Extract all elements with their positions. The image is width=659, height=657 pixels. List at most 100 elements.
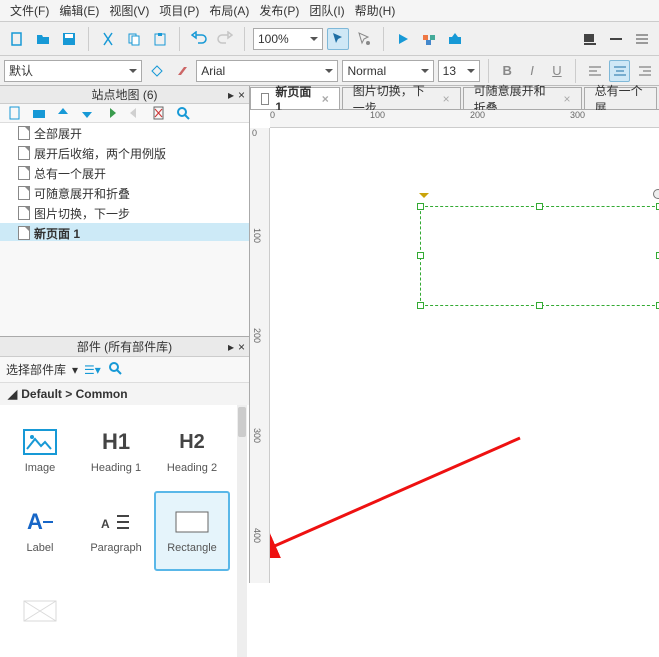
tree-item[interactable]: 总有一个展开	[0, 163, 249, 183]
widget-label[interactable]: A Label	[2, 491, 78, 571]
widgets-panel-header[interactable]: 部件 (所有部件库) ▸×	[0, 337, 249, 357]
widget-scrollbar[interactable]	[237, 405, 247, 657]
add-page-icon[interactable]	[6, 104, 24, 122]
menu-icon[interactable]: ☰▾	[84, 363, 101, 377]
paint-format-icon[interactable]	[146, 60, 167, 82]
font-size-combo[interactable]: 13	[438, 60, 480, 82]
save-icon[interactable]	[58, 28, 80, 50]
outdent-icon[interactable]	[102, 104, 120, 122]
copy-icon[interactable]	[123, 28, 145, 50]
align-right-icon[interactable]	[634, 60, 655, 82]
zoom-value: 100%	[258, 32, 289, 46]
corner-marker-icon[interactable]	[419, 193, 429, 203]
tree-item-label: 图片切换，下一步	[34, 205, 130, 222]
resize-handle-sw[interactable]	[417, 302, 424, 309]
undo-icon[interactable]	[188, 28, 210, 50]
tree-item-label: 可随意展开和折叠	[34, 185, 130, 202]
page-icon	[18, 146, 30, 160]
page-icon	[18, 206, 30, 220]
style-combo[interactable]: 默认	[4, 60, 142, 82]
search-widgets-icon[interactable]	[107, 360, 123, 379]
tree-item[interactable]: 可随意展开和折叠	[0, 183, 249, 203]
panel-close-icon[interactable]: ×	[238, 340, 245, 354]
align-left-icon[interactable]	[584, 60, 605, 82]
tree-item[interactable]: 图片切换，下一步	[0, 203, 249, 223]
document-tabs: 新页面 1× 图片切换，下一步× 可随意展开和折叠× 总有一个展	[250, 86, 659, 110]
resize-handle-w[interactable]	[417, 252, 424, 259]
rotate-handle[interactable]	[653, 189, 659, 199]
bold-icon[interactable]: B	[497, 60, 518, 82]
align-center-icon[interactable]	[609, 60, 630, 82]
menu-edit[interactable]: 编辑(E)	[55, 0, 103, 21]
menu-project[interactable]: 项目(P)	[155, 0, 203, 21]
resize-handle-s[interactable]	[536, 302, 543, 309]
tree-item[interactable]: 全部展开	[0, 123, 249, 143]
italic-icon[interactable]: I	[522, 60, 543, 82]
add-folder-icon[interactable]	[30, 104, 48, 122]
cut-icon[interactable]	[97, 28, 119, 50]
resize-handle-nw[interactable]	[417, 203, 424, 210]
close-tab-icon[interactable]: ×	[564, 92, 571, 106]
ruler-tick: 200	[470, 110, 485, 120]
tree-item[interactable]: 展开后收缩，两个用例版	[0, 143, 249, 163]
widget-image[interactable]: Image	[2, 411, 78, 491]
widget-rectangle[interactable]: Rectangle	[154, 491, 230, 571]
open-folder-icon[interactable]	[32, 28, 54, 50]
tab[interactable]: 可随意展开和折叠×	[463, 87, 582, 109]
widget-library-bar: 选择部件库 ▾ ☰▾	[0, 357, 249, 383]
indent-icon[interactable]	[126, 104, 144, 122]
move-up-icon[interactable]	[54, 104, 72, 122]
share-icon[interactable]	[418, 28, 440, 50]
dropdown-icon[interactable]: ▾	[72, 363, 78, 377]
widget-placeholder[interactable]	[2, 571, 78, 651]
move-down-icon[interactable]	[78, 104, 96, 122]
resize-handle-n[interactable]	[536, 203, 543, 210]
paste-icon[interactable]	[149, 28, 171, 50]
delete-page-icon[interactable]	[150, 104, 168, 122]
menu-team[interactable]: 团队(I)	[305, 0, 348, 21]
selected-rectangle[interactable]	[420, 206, 659, 306]
canvas-stage[interactable]	[270, 128, 659, 583]
menu-file[interactable]: 文件(F)	[6, 0, 53, 21]
menu-publish[interactable]: 发布(P)	[255, 0, 303, 21]
zoom-combo[interactable]: 100%	[253, 28, 323, 50]
sitemap-panel-header[interactable]: 站点地图 (6) ▸×	[0, 86, 249, 104]
clean-format-icon[interactable]	[171, 60, 192, 82]
preview-icon[interactable]	[392, 28, 414, 50]
ruler-tick: 300	[252, 428, 262, 443]
close-tab-icon[interactable]: ×	[322, 92, 329, 106]
widget-paragraph[interactable]: A Paragraph	[78, 491, 154, 571]
format-toolbar: 默认 Arial Normal 13 B I U	[0, 56, 659, 86]
tab[interactable]: 新页面 1×	[250, 87, 340, 109]
fill-dropdown-icon[interactable]	[579, 28, 601, 50]
scrollbar-thumb[interactable]	[238, 407, 246, 437]
left-sidebar: 站点地图 (6) ▸× 全部展开 展开后收缩，两个用例版 总有一个展开 可随意展…	[0, 86, 250, 583]
tree-item[interactable]: 新页面 1	[0, 223, 249, 241]
publish-icon[interactable]	[444, 28, 466, 50]
ruler-tick: 100	[370, 110, 385, 120]
panel-collapse-icon[interactable]: ▸	[228, 340, 234, 354]
close-tab-icon[interactable]: ×	[443, 92, 450, 106]
linewidth-dropdown-icon[interactable]	[631, 28, 653, 50]
menu-layout[interactable]: 布局(A)	[205, 0, 253, 21]
redo-icon[interactable]	[214, 28, 236, 50]
widget-category[interactable]: ◢Default > Common	[0, 383, 249, 405]
tab[interactable]: 图片切换，下一步×	[342, 87, 461, 109]
underline-icon[interactable]: U	[546, 60, 567, 82]
menu-view[interactable]: 视图(V)	[105, 0, 153, 21]
panel-close-icon[interactable]: ×	[238, 88, 245, 102]
font-weight-combo[interactable]: Normal	[342, 60, 433, 82]
panel-collapse-icon[interactable]: ▸	[228, 88, 234, 102]
new-file-icon[interactable]	[6, 28, 28, 50]
connect-mode-icon[interactable]	[353, 28, 375, 50]
widget-heading2[interactable]: H2 Heading 2	[154, 411, 230, 491]
search-sitemap-icon[interactable]	[174, 104, 192, 122]
line-dropdown-icon[interactable]	[605, 28, 627, 50]
widget-label: Label	[27, 542, 54, 554]
widget-grid: Image H1 Heading 1 H2 Heading 2 A Label …	[0, 405, 249, 657]
font-combo[interactable]: Arial	[196, 60, 338, 82]
menu-help[interactable]: 帮助(H)	[351, 0, 400, 21]
widget-heading1[interactable]: H1 Heading 1	[78, 411, 154, 491]
tab[interactable]: 总有一个展	[584, 87, 657, 109]
select-mode-icon[interactable]	[327, 28, 349, 50]
